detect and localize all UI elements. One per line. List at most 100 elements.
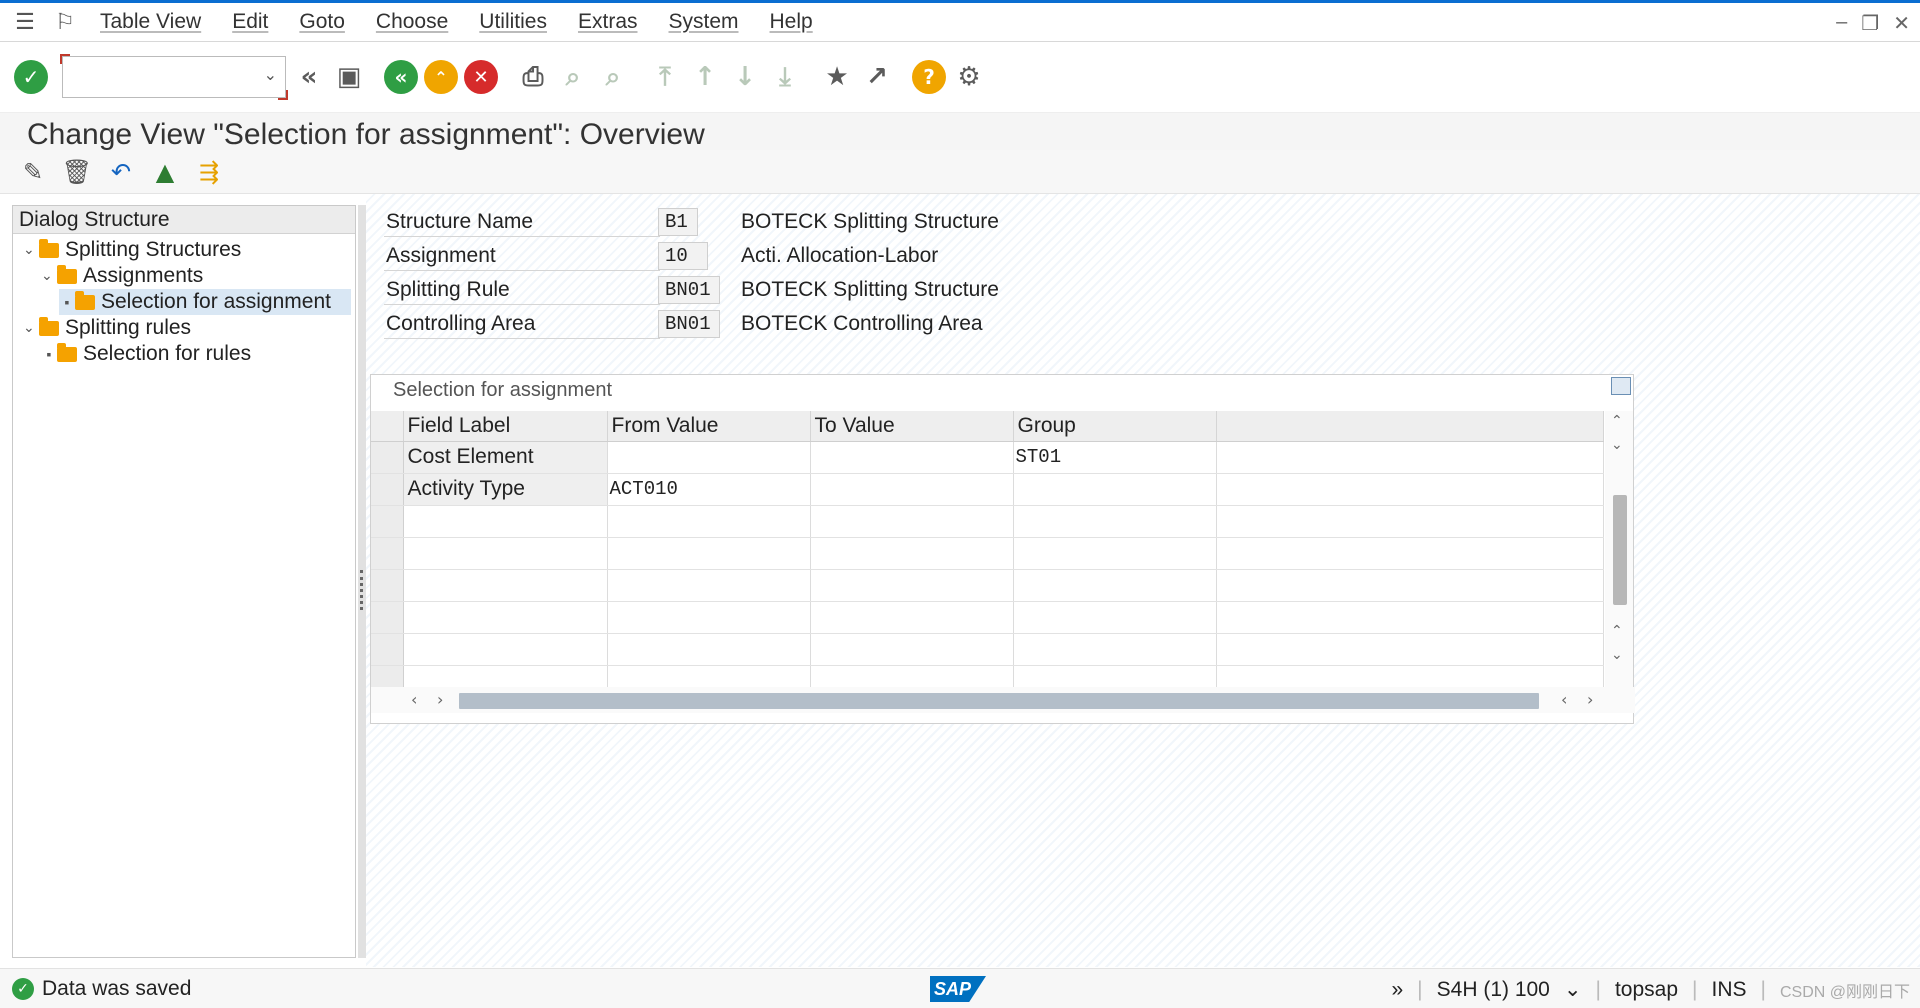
scroll-down-icon[interactable]: ⌄ [1611, 437, 1623, 453]
expand-chevron-icon[interactable]: ⌄ [41, 268, 57, 284]
display-change-icon[interactable]: ✎ [18, 157, 48, 187]
menu-choose[interactable]: Choose [376, 10, 448, 34]
page-up-icon[interactable]: ⌃ [1611, 623, 1623, 639]
tree-node-splitting-rules[interactable]: ⌄ Splitting rules [23, 315, 191, 341]
back-icon[interactable]: « [384, 60, 418, 94]
page-left-icon[interactable]: ‹ [1561, 690, 1567, 709]
panel-splitter[interactable] [358, 205, 366, 958]
column-settings-icon[interactable] [1611, 377, 1631, 395]
select-all-icon[interactable]: ▲ [150, 157, 180, 187]
scroll-up-icon[interactable]: ⌃ [1611, 413, 1623, 429]
last-page-icon[interactable]: ⤓ [768, 60, 802, 94]
row-selector[interactable] [371, 505, 404, 538]
print-icon[interactable]: ⎙ [516, 60, 550, 94]
table-row: Activity Type ACT010 [371, 473, 1604, 506]
insert-mode[interactable]: INS [1711, 978, 1746, 1002]
tree-node-splitting-structures[interactable]: ⌄ Splitting Structures [23, 237, 241, 263]
customize-layout-icon[interactable]: ⚐ [50, 7, 80, 37]
first-page-icon[interactable]: ⤒ [648, 60, 682, 94]
menu-system[interactable]: System [669, 10, 739, 34]
open-folder-icon [75, 290, 95, 310]
header-field-controlling-area: Controlling Area BN01 BOTECK Controlling… [366, 310, 1366, 340]
horizontal-scrollbar[interactable]: ‹ › ‹ › [371, 687, 1635, 713]
table-row-empty [371, 569, 1604, 602]
column-header-to-value[interactable]: To Value [810, 411, 1014, 442]
tree-node-assignments[interactable]: ⌄ Assignments [41, 263, 203, 289]
create-shortcut-icon[interactable]: ↗ [860, 60, 894, 94]
chevron-down-icon[interactable]: ⌄ [1564, 977, 1582, 1002]
field-description: Acti. Allocation-Labor [741, 244, 939, 267]
data-table: Field Label From Value To Value Group Co… [371, 411, 1604, 698]
cell-group[interactable] [1013, 473, 1217, 506]
system-client[interactable]: S4H (1) 100 [1437, 978, 1550, 1002]
row-selector[interactable] [371, 537, 404, 570]
cell-to-value[interactable] [810, 441, 1014, 474]
cancel-icon[interactable]: ✕ [464, 60, 498, 94]
scroll-thumb[interactable] [1613, 495, 1627, 605]
standard-toolbar: ✓ ⌄ « ▣ « ⌃ ✕ ⎙ ⌕ ⌕ ⤒ ↑ ↓ ⤓ ★ ↗ ? ⚙ [0, 42, 1920, 112]
page-right-icon[interactable]: › [1587, 690, 1593, 709]
menu-extras[interactable]: Extras [578, 10, 638, 34]
find-next-icon[interactable]: ⌕ [596, 60, 630, 94]
settings-gear-icon[interactable]: ⚙ [952, 60, 986, 94]
expand-status-icon[interactable]: » [1391, 978, 1403, 1002]
row-selector[interactable] [371, 441, 404, 474]
exit-icon[interactable]: ⌃ [424, 60, 458, 94]
table-row-empty [371, 601, 1604, 634]
cell-group[interactable]: ST01 [1013, 441, 1217, 474]
scroll-left-icon[interactable]: ‹ [411, 690, 417, 709]
row-selector[interactable] [371, 633, 404, 666]
close-window-icon[interactable]: ✕ [1893, 11, 1910, 36]
tree-node-selection-for-assignment[interactable]: ▪ Selection for assignment [59, 289, 351, 315]
vertical-scrollbar[interactable]: ⌃ ⌄ ⌃ ⌄ [1605, 411, 1633, 687]
menu-utilities[interactable]: Utilities [479, 10, 547, 34]
row-selector[interactable] [371, 601, 404, 634]
scroll-thumb-horizontal[interactable] [459, 693, 1539, 709]
dialog-structure-tree: Dialog Structure ⌄ Splitting Structures … [12, 205, 356, 958]
menu-goto[interactable]: Goto [299, 10, 345, 34]
expand-chevron-icon[interactable]: ⌄ [23, 320, 39, 336]
undo-icon[interactable]: ↶ [106, 157, 136, 187]
menu-help[interactable]: Help [770, 10, 813, 34]
cell-to-value[interactable] [810, 473, 1014, 506]
column-header-field-label[interactable]: Field Label [403, 411, 608, 442]
minimize-icon[interactable]: – [1836, 11, 1847, 36]
system-menu-icon[interactable]: ☰ [10, 7, 40, 37]
menu-table-view[interactable]: Table View [100, 10, 201, 34]
row-selector[interactable] [371, 473, 404, 506]
leaf-bullet-icon: ▪ [46, 346, 52, 362]
cell-from-value[interactable] [607, 441, 811, 474]
table-row-empty [371, 537, 1604, 570]
command-field[interactable]: ⌄ [60, 54, 288, 100]
find-icon[interactable]: ⌕ [556, 60, 590, 94]
cell-from-value[interactable]: ACT010 [607, 473, 811, 506]
scroll-right-icon[interactable]: › [437, 690, 443, 709]
new-session-icon[interactable]: ★ [820, 60, 854, 94]
help-icon[interactable]: ? [912, 60, 946, 94]
row-selector-header[interactable] [371, 411, 404, 442]
enter-check-icon[interactable]: ✓ [14, 60, 48, 94]
cell-empty [1216, 441, 1604, 474]
status-message[interactable]: Data was saved [42, 977, 191, 1001]
field-value: 10 [658, 242, 708, 270]
command-input[interactable] [63, 57, 253, 95]
table-row-empty [371, 505, 1604, 538]
row-selector[interactable] [371, 569, 404, 602]
page-down-icon[interactable]: ⌄ [1611, 647, 1623, 663]
column-header-group[interactable]: Group [1013, 411, 1217, 442]
select-block-icon[interactable]: ⇶ [194, 157, 224, 187]
restore-icon[interactable]: ❐ [1861, 11, 1879, 36]
column-header-from-value[interactable]: From Value [607, 411, 811, 442]
menu-edit[interactable]: Edit [232, 10, 268, 34]
collapse-double-chevron-icon[interactable]: « [292, 60, 326, 94]
column-header-empty [1216, 411, 1604, 442]
cell-field-label: Cost Element [403, 441, 608, 474]
expand-chevron-icon[interactable]: ⌄ [23, 242, 39, 258]
delete-icon[interactable]: 🗑 [62, 157, 92, 187]
next-page-icon[interactable]: ↓ [728, 60, 762, 94]
save-icon[interactable]: ▣ [332, 60, 366, 94]
tree-node-selection-for-rules[interactable]: ▪ Selection for rules [41, 341, 252, 367]
chevron-down-icon[interactable]: ⌄ [264, 65, 277, 85]
splitter-grip[interactable] [360, 570, 363, 610]
previous-page-icon[interactable]: ↑ [688, 60, 722, 94]
